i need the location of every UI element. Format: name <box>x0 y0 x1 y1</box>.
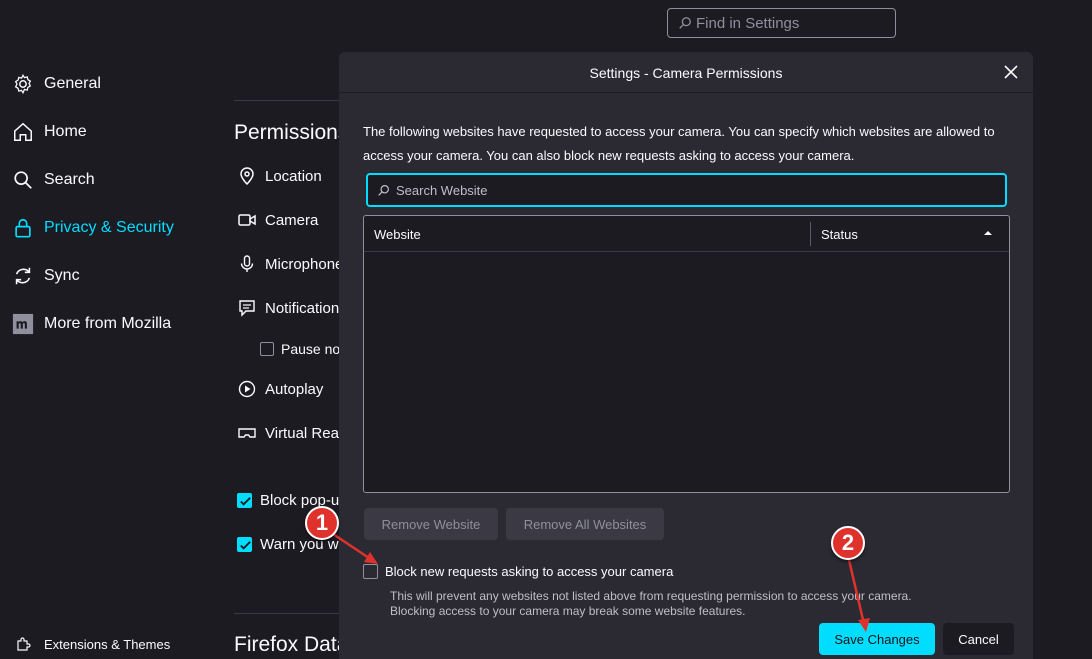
permission-notifications: Notifications <box>237 297 347 319</box>
search-icon <box>14 171 32 189</box>
sidebar-item-extensions-themes[interactable]: Extensions & Themes <box>16 636 170 652</box>
sidebar-item-home[interactable]: Home <box>12 120 87 144</box>
camera-icon <box>238 214 256 226</box>
permission-label: Location <box>265 167 322 185</box>
find-placeholder: Find in Settings <box>696 14 800 32</box>
search-website-input[interactable] <box>394 181 988 199</box>
block-new-requests-option[interactable]: Block new requests asking to access your… <box>363 564 673 579</box>
sort-ascending-icon[interactable] <box>983 228 993 238</box>
dialog-title: Settings - Camera Permissions <box>589 65 783 81</box>
permission-label: Autoplay <box>265 380 324 398</box>
search-icon <box>679 17 691 29</box>
permission-label: Virtual Real <box>265 424 343 442</box>
microphone-icon <box>240 255 254 272</box>
section-divider <box>234 100 344 101</box>
search-website-field[interactable] <box>366 173 1007 207</box>
block-new-requests-checkbox[interactable] <box>363 564 378 579</box>
firefox-data-heading: Firefox Data <box>234 633 349 656</box>
sidebar-item-label: General <box>44 75 101 92</box>
find-in-settings-input[interactable]: Find in Settings <box>667 8 896 38</box>
table-header: Website Status <box>364 216 1009 252</box>
dialog-description: The following websites have requested to… <box>363 124 995 163</box>
autoplay-icon <box>238 380 256 398</box>
home-icon <box>14 122 32 141</box>
section-divider <box>234 613 344 614</box>
dialog-header-divider <box>339 92 1033 93</box>
cancel-button[interactable]: Cancel <box>943 623 1014 655</box>
sync-icon <box>15 267 31 285</box>
annotation-badge-1: 1 <box>305 506 339 540</box>
column-divider <box>810 222 811 246</box>
permission-autoplay: Autoplay <box>237 378 323 400</box>
annotation-badge-2: 2 <box>831 526 865 560</box>
permission-location: Location <box>237 165 322 187</box>
vr-headset-icon <box>238 428 256 438</box>
notification-icon <box>239 300 255 317</box>
block-note: This will prevent any websites not liste… <box>390 589 990 619</box>
column-header-website[interactable]: Website <box>374 227 421 242</box>
permission-microphone: Microphone <box>237 253 343 275</box>
sidebar-item-label: Privacy & Security <box>44 219 174 236</box>
permission-label: Microphone <box>265 255 344 273</box>
pause-label: Pause no <box>281 341 341 357</box>
save-changes-button[interactable]: Save Changes <box>819 623 935 655</box>
permission-virtual-reality: Virtual Real <box>237 422 342 444</box>
sidebar-item-label: Search <box>44 171 95 188</box>
close-icon[interactable] <box>1003 64 1019 80</box>
sidebar-item-search[interactable]: Search <box>12 168 95 192</box>
permission-camera: Camera <box>237 209 318 231</box>
location-icon <box>240 167 254 186</box>
block-popups-checkbox[interactable] <box>237 492 252 508</box>
search-icon <box>378 184 389 196</box>
warn-addons-checkbox[interactable] <box>237 536 252 552</box>
remove-website-button[interactable]: Remove Website <box>364 508 498 540</box>
sidebar-item-more-from-mozilla[interactable]: More from Mozilla <box>12 312 171 336</box>
permission-label: Camera <box>265 211 319 229</box>
sidebar-footer-label: Extensions & Themes <box>44 636 171 652</box>
puzzle-icon <box>17 637 31 651</box>
websites-table: Website Status <box>363 215 1010 493</box>
lock-icon <box>15 218 31 238</box>
pause-notifications-checkbox[interactable] <box>260 342 274 356</box>
checkmark-icon <box>240 496 251 506</box>
column-header-status[interactable]: Status <box>821 227 858 242</box>
gear-icon <box>14 73 32 95</box>
remove-all-websites-button[interactable]: Remove All Websites <box>506 508 664 540</box>
camera-permissions-dialog: Settings - Camera Permissions The follow… <box>339 52 1033 659</box>
block-note-line: Blocking access to your camera may break… <box>390 604 746 618</box>
block-note-line: This will prevent any websites not liste… <box>390 589 912 603</box>
sidebar-item-sync[interactable]: Sync <box>12 264 80 288</box>
sidebar-item-privacy-security[interactable]: Privacy & Security <box>12 216 174 240</box>
sidebar-item-general[interactable]: General <box>12 72 101 96</box>
pause-notifications-option: Pause no <box>260 338 340 360</box>
sidebar-item-label: More from Mozilla <box>44 315 172 332</box>
checkmark-icon <box>240 540 251 550</box>
mozilla-icon <box>12 313 34 335</box>
permissions-heading: Permissions <box>234 121 349 144</box>
block-new-requests-label: Block new requests asking to access your… <box>385 564 674 579</box>
permission-label: Notifications <box>265 299 347 317</box>
sidebar-item-label: Home <box>44 123 87 140</box>
sidebar-item-label: Sync <box>44 267 80 284</box>
